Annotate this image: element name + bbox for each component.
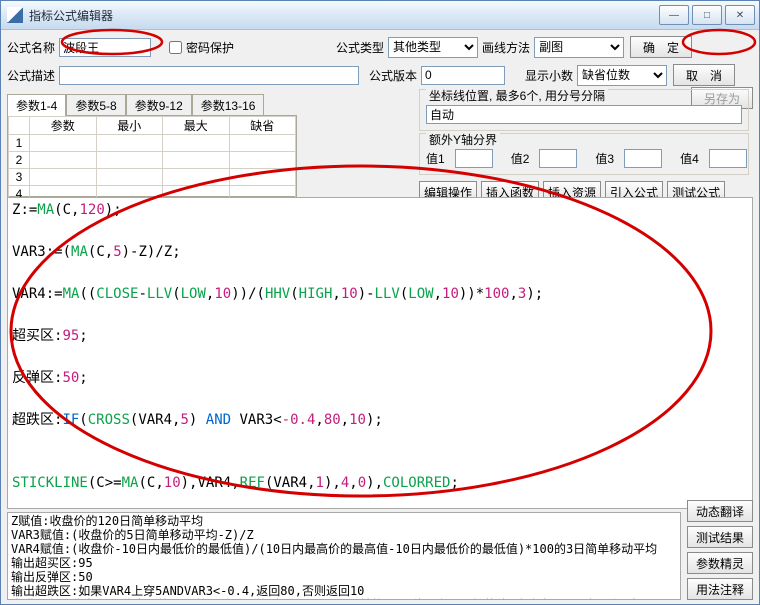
extra-y-legend: 额外Y轴分界: [426, 131, 500, 148]
cancel-button[interactable]: 取 消: [673, 64, 735, 86]
desc-label: 公式描述: [7, 67, 55, 84]
draw-label: 画线方法: [482, 39, 530, 56]
coord-section: 坐标线位置, 最多6个, 用分号分隔 额外Y轴分界 值1 值2 值3 值4 编辑…: [419, 85, 749, 203]
name-input[interactable]: [59, 38, 151, 57]
y2-input[interactable]: [539, 149, 577, 168]
y3-input[interactable]: [624, 149, 662, 168]
version-input[interactable]: [421, 66, 505, 85]
tab-params-1-4[interactable]: 参数1-4: [7, 94, 66, 116]
minimize-button[interactable]: —: [659, 5, 689, 25]
decimals-label: 显示小数: [525, 67, 573, 84]
name-label: 公式名称: [7, 39, 55, 56]
param-table-box: 参数 最小 最大 缺省 1 2 3 4: [7, 115, 297, 197]
decimals-select[interactable]: 缺省位数: [577, 65, 667, 86]
table-row: 2: [9, 152, 296, 169]
param-table[interactable]: 参数 最小 最大 缺省 1 2 3 4: [8, 116, 296, 203]
y4-input[interactable]: [709, 149, 747, 168]
maximize-button[interactable]: □: [692, 5, 722, 25]
password-checkbox[interactable]: [169, 41, 182, 54]
draw-select[interactable]: 副图: [534, 37, 624, 58]
tab-params-9-12[interactable]: 参数9-12: [126, 94, 192, 116]
code-editor[interactable]: Z:=MA(C,120); VAR3:=(MA(C,5)-Z)/Z; VAR4:…: [7, 197, 753, 509]
window-title: 指标公式编辑器: [29, 7, 113, 24]
y1-input[interactable]: [455, 149, 493, 168]
test-result-button[interactable]: 测试结果: [687, 526, 753, 548]
version-label: 公式版本: [369, 67, 417, 84]
ok-button[interactable]: 确 定: [630, 36, 692, 58]
type-select[interactable]: 其他类型: [388, 37, 478, 58]
param-wizard-button[interactable]: 参数精灵: [687, 552, 753, 574]
tab-params-5-8[interactable]: 参数5-8: [66, 94, 125, 116]
titlebar: 指标公式编辑器 — □ ✕: [1, 1, 759, 30]
dyn-translate-button[interactable]: 动态翻译: [687, 500, 753, 522]
coord-input[interactable]: [426, 105, 742, 124]
desc-input[interactable]: [59, 66, 359, 85]
table-row: 3: [9, 169, 296, 186]
app-icon: [7, 7, 23, 23]
close-button[interactable]: ✕: [725, 5, 755, 25]
editor-window: 指标公式编辑器 — □ ✕ 公式名称 密码保护 公式类型 其他类型 画线方法 副…: [0, 0, 760, 605]
coord-legend: 坐标线位置, 最多6个, 用分号分隔: [426, 87, 608, 104]
password-label: 密码保护: [186, 39, 234, 56]
info-output[interactable]: Z赋值:收盘价的120日简单移动平均VAR3赋值:(收盘价的5日简单移动平均-Z…: [7, 512, 681, 600]
usage-button[interactable]: 用法注释: [687, 578, 753, 600]
type-label: 公式类型: [336, 39, 384, 56]
table-row: 1: [9, 135, 296, 152]
tab-params-13-16[interactable]: 参数13-16: [192, 94, 265, 116]
